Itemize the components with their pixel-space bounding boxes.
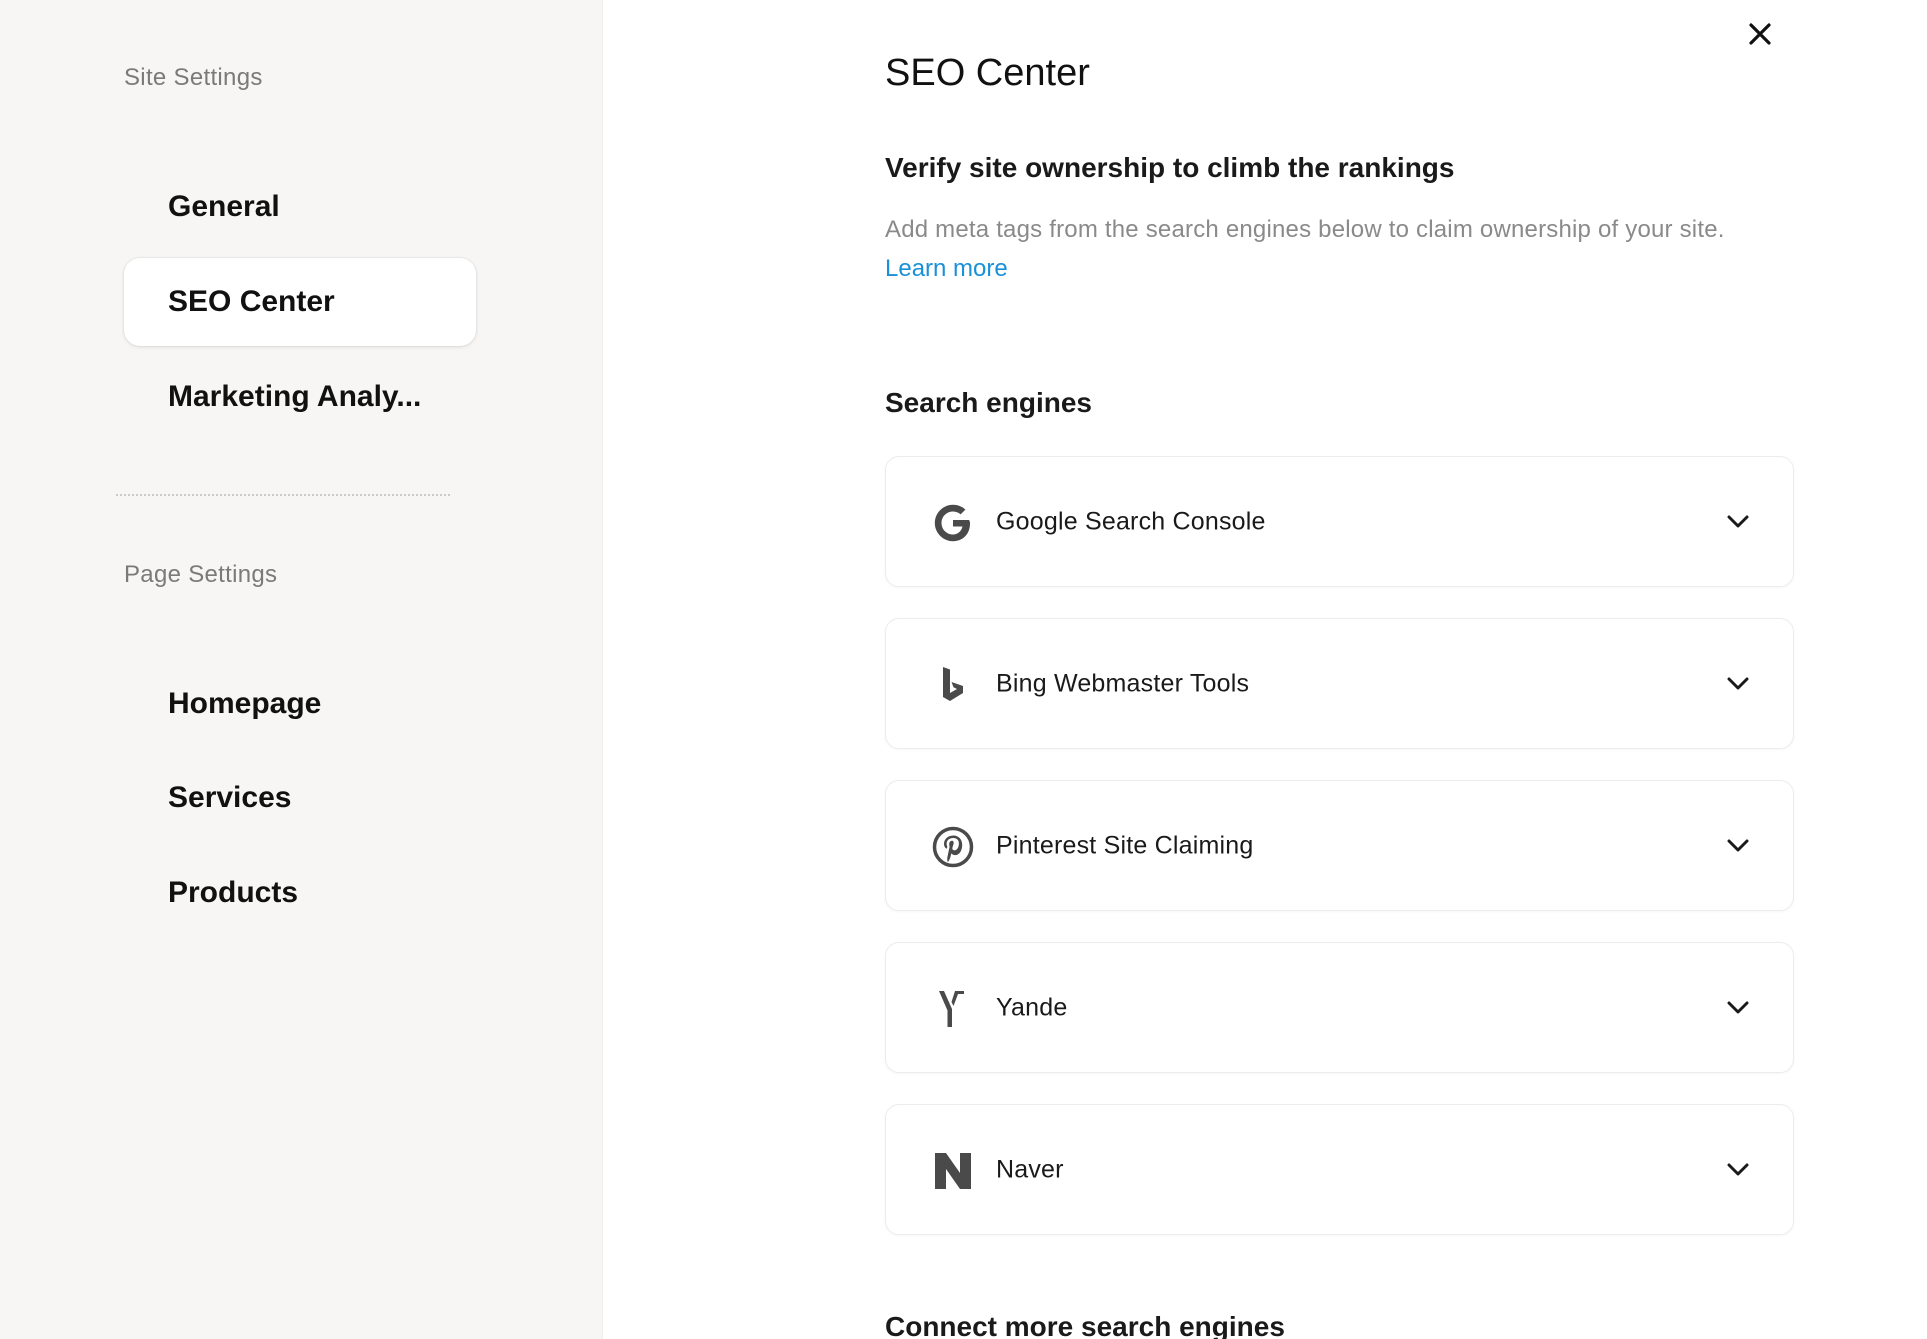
- engine-card-bing[interactable]: Bing Webmaster Tools: [885, 618, 1794, 749]
- engine-name: Google Search Console: [996, 507, 1266, 535]
- sidebar-item-general[interactable]: General: [124, 163, 476, 251]
- sidebar-item-label: Marketing Analy...: [168, 380, 422, 413]
- section-subtitle: Verify site ownership to climb the ranki…: [885, 152, 1455, 183]
- google-icon: [930, 500, 976, 546]
- seo-settings-window: Site Settings General SEO Center Marketi…: [0, 0, 1927, 1339]
- chevron-down-icon[interactable]: [1725, 509, 1751, 535]
- chevron-down-icon[interactable]: [1725, 833, 1751, 859]
- engine-name: Naver: [996, 1155, 1064, 1183]
- engine-card-pinterest[interactable]: Pinterest Site Claiming: [885, 780, 1794, 911]
- search-engines-heading: Search engines: [885, 387, 1092, 418]
- sidebar-divider: [116, 494, 450, 496]
- engine-card-yandex[interactable]: Yande: [885, 942, 1794, 1073]
- chevron-down-icon[interactable]: [1725, 671, 1751, 697]
- page-settings-heading: Page Settings: [124, 561, 278, 588]
- engine-name: Bing Webmaster Tools: [996, 669, 1250, 697]
- sidebar-item-label: SEO Center: [168, 285, 335, 318]
- sidebar-item-label: Homepage: [168, 687, 322, 720]
- sidebar-item-label: General: [168, 190, 280, 223]
- learn-more-link[interactable]: Learn more: [885, 255, 1008, 283]
- engine-name: Pinterest Site Claiming: [996, 831, 1254, 859]
- connect-more-heading: Connect more search engines: [885, 1311, 1285, 1339]
- chevron-down-icon[interactable]: [1725, 995, 1751, 1021]
- chevron-down-icon[interactable]: [1725, 1157, 1751, 1183]
- settings-sidebar: Site Settings General SEO Center Marketi…: [0, 0, 603, 1339]
- sidebar-item-marketing-analytics[interactable]: Marketing Analy...: [124, 353, 476, 441]
- sidebar-item-homepage[interactable]: Homepage: [124, 660, 476, 748]
- close-icon: [1749, 23, 1771, 45]
- sidebar-item-products[interactable]: Products: [124, 849, 476, 937]
- engine-name: Yande: [996, 993, 1068, 1021]
- section-description: Add meta tags from the search engines be…: [885, 216, 1725, 243]
- sidebar-item-seo-center[interactable]: SEO Center: [124, 258, 476, 346]
- close-button[interactable]: [1740, 14, 1780, 54]
- page-title: SEO Center: [885, 52, 1090, 94]
- pinterest-icon: [930, 824, 976, 870]
- sidebar-item-label: Products: [168, 876, 299, 909]
- sidebar-item-services[interactable]: Services: [124, 754, 476, 842]
- engine-card-naver[interactable]: Naver: [885, 1104, 1794, 1235]
- sidebar-item-label: Services: [168, 781, 292, 814]
- yandex-icon: [930, 986, 976, 1032]
- naver-icon: [930, 1148, 976, 1194]
- site-settings-heading: Site Settings: [124, 64, 263, 91]
- bing-icon: [930, 662, 976, 708]
- engine-card-google[interactable]: Google Search Console: [885, 456, 1794, 587]
